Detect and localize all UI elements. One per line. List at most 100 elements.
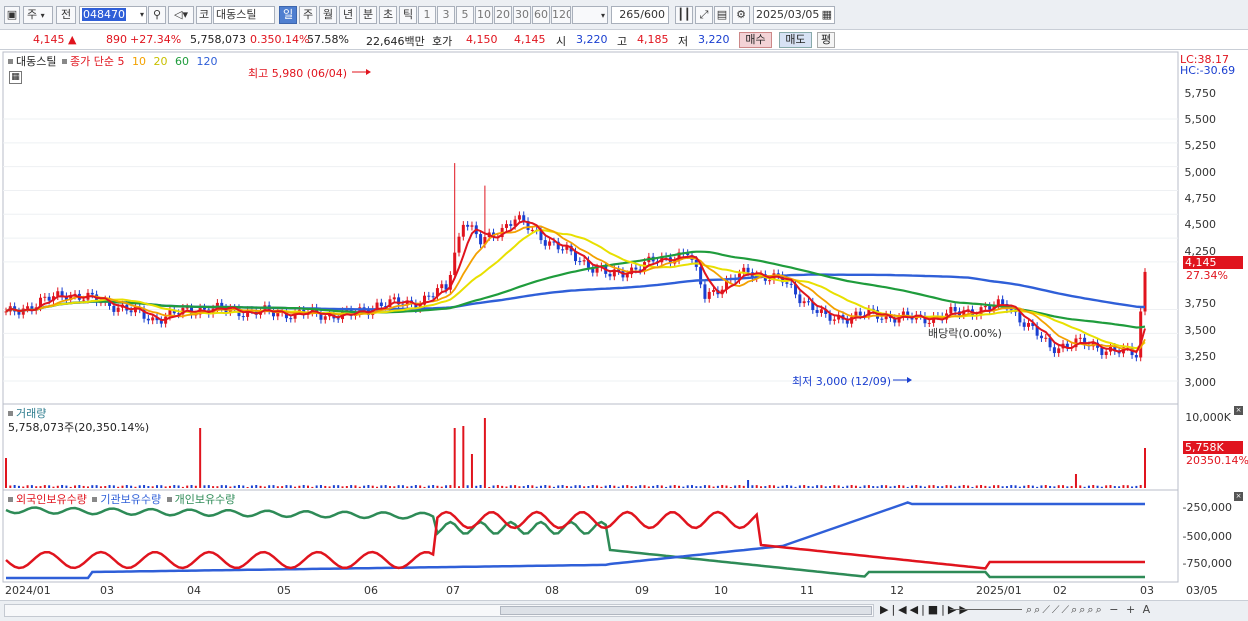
tab-tick[interactable]: 틱 [399, 6, 417, 24]
volume-bar [725, 485, 728, 488]
x-tick: 08 [545, 584, 559, 597]
volume-bar [250, 485, 253, 488]
volume-bar [643, 485, 646, 488]
candle-body [289, 318, 293, 320]
volume-bar [992, 485, 995, 488]
sell-button[interactable]: 매도 [779, 32, 812, 48]
interval-30[interactable]: 30 [513, 6, 531, 24]
interval-60[interactable]: 60 [532, 6, 550, 24]
volume-bar [1126, 485, 1129, 488]
window-icon[interactable]: ▣ [4, 6, 20, 24]
interval-3[interactable]: 3 [437, 6, 455, 24]
volume-bar [5, 458, 7, 488]
volume-bar [220, 485, 223, 488]
candle-icon[interactable]: ┃┃ [675, 6, 693, 24]
volume-current-pct: 20350.14% [1186, 454, 1248, 467]
calendar-icon[interactable]: ▦ [822, 7, 834, 23]
volume-bar [69, 486, 72, 488]
sound-icon[interactable]: ◁▾ [168, 6, 194, 24]
volume-bar [496, 485, 499, 488]
volume-bar [673, 485, 676, 488]
tab-week[interactable]: 주 [299, 6, 317, 24]
volume-bar [440, 486, 443, 488]
volume-value: 5,758,073 [190, 33, 246, 46]
volume-bar [988, 486, 991, 488]
date-field[interactable]: 2025/03/05 ▦ [753, 6, 835, 24]
candle-body [1057, 348, 1061, 354]
volume-bar [475, 485, 478, 488]
candle-body [26, 306, 30, 309]
tab-year[interactable]: 년 [339, 6, 357, 24]
x-tick: 06 [364, 584, 378, 597]
custom-interval-select[interactable]: ▾ [572, 6, 608, 24]
interval-5[interactable]: 5 [456, 6, 474, 24]
volume-bar [203, 485, 206, 488]
eval-button[interactable]: 평 [817, 32, 835, 48]
open-label: 시 [556, 35, 567, 48]
volume-bar [121, 485, 124, 488]
y-tick: 5,250 [1184, 139, 1217, 152]
search-icon[interactable]: ⚲ [148, 6, 166, 24]
candle-body [457, 236, 461, 253]
volume-bar [621, 485, 624, 488]
buy-button[interactable]: 매수 [739, 32, 772, 48]
candle-body [466, 224, 470, 227]
x-tick: 03 [100, 584, 114, 597]
volume-bar [65, 485, 68, 488]
chart-area[interactable] [0, 50, 1248, 600]
volume-bar [406, 486, 409, 488]
candle-body [504, 224, 508, 228]
save-icon[interactable]: ▤ [714, 6, 730, 24]
scrollbar-thumb[interactable] [500, 606, 872, 615]
ma-5-label: 5 [117, 55, 125, 68]
tab-minute[interactable]: 분 [359, 6, 377, 24]
interval-120[interactable]: 120 [551, 6, 571, 24]
market-label: 코 [196, 6, 212, 24]
tab-second[interactable]: 초 [379, 6, 397, 24]
candle-body [699, 266, 703, 285]
scrollbar-track[interactable] [4, 604, 874, 617]
interval-1[interactable]: 1 [418, 6, 436, 24]
volume-bar [997, 485, 1000, 488]
volume-bar [143, 485, 146, 488]
volume-bar [9, 485, 12, 488]
volume-bar [483, 418, 486, 488]
volume-bar [1018, 486, 1021, 488]
x-tick: 05 [277, 584, 291, 597]
interval-20[interactable]: 20 [494, 6, 512, 24]
stock-name-field[interactable]: 대동스틸 [213, 6, 275, 24]
calculator-icon[interactable]: ▦ [9, 71, 22, 84]
volume-bar [272, 485, 275, 488]
tab-day[interactable]: 일 [279, 6, 297, 24]
close-icon[interactable]: × [1234, 492, 1243, 501]
y-tick: 3,500 [1184, 324, 1217, 337]
zoom-slider[interactable] [950, 609, 1022, 610]
candle-body [1044, 337, 1048, 339]
candle-body [440, 284, 444, 289]
tab-month[interactable]: 월 [319, 6, 337, 24]
volume-bar [915, 485, 918, 488]
volume-bar [1092, 485, 1095, 488]
volume-bar [39, 486, 42, 488]
volume-bar [889, 486, 892, 488]
x-tick: 12 [890, 584, 904, 597]
volume-bar [1010, 485, 1013, 488]
volume-bar [35, 486, 38, 488]
volume-bar [147, 486, 150, 488]
prev-button[interactable]: 전 [56, 6, 76, 24]
type-select[interactable]: 주 ▾ [23, 6, 53, 24]
count-field[interactable]: 265/600 [611, 6, 669, 24]
candle-body [1143, 271, 1147, 312]
volume-bar [186, 485, 189, 488]
code-input[interactable]: 048470 ▾ [79, 6, 147, 24]
volume-bar [984, 485, 987, 488]
gear-icon[interactable]: ⚙ [732, 6, 750, 24]
volume-bar [61, 485, 64, 488]
close-icon[interactable]: × [1234, 406, 1243, 415]
change-pct: +27.34% [130, 33, 182, 46]
zoom-controls[interactable]: ⌕⌕⟋⟋⟋⌕⌕⌕⌕ − + A [1026, 603, 1152, 617]
candle-body [517, 215, 521, 220]
draw-icon[interactable]: ⤢ [695, 6, 713, 24]
volume-bar [112, 485, 115, 488]
interval-10[interactable]: 10 [475, 6, 493, 24]
